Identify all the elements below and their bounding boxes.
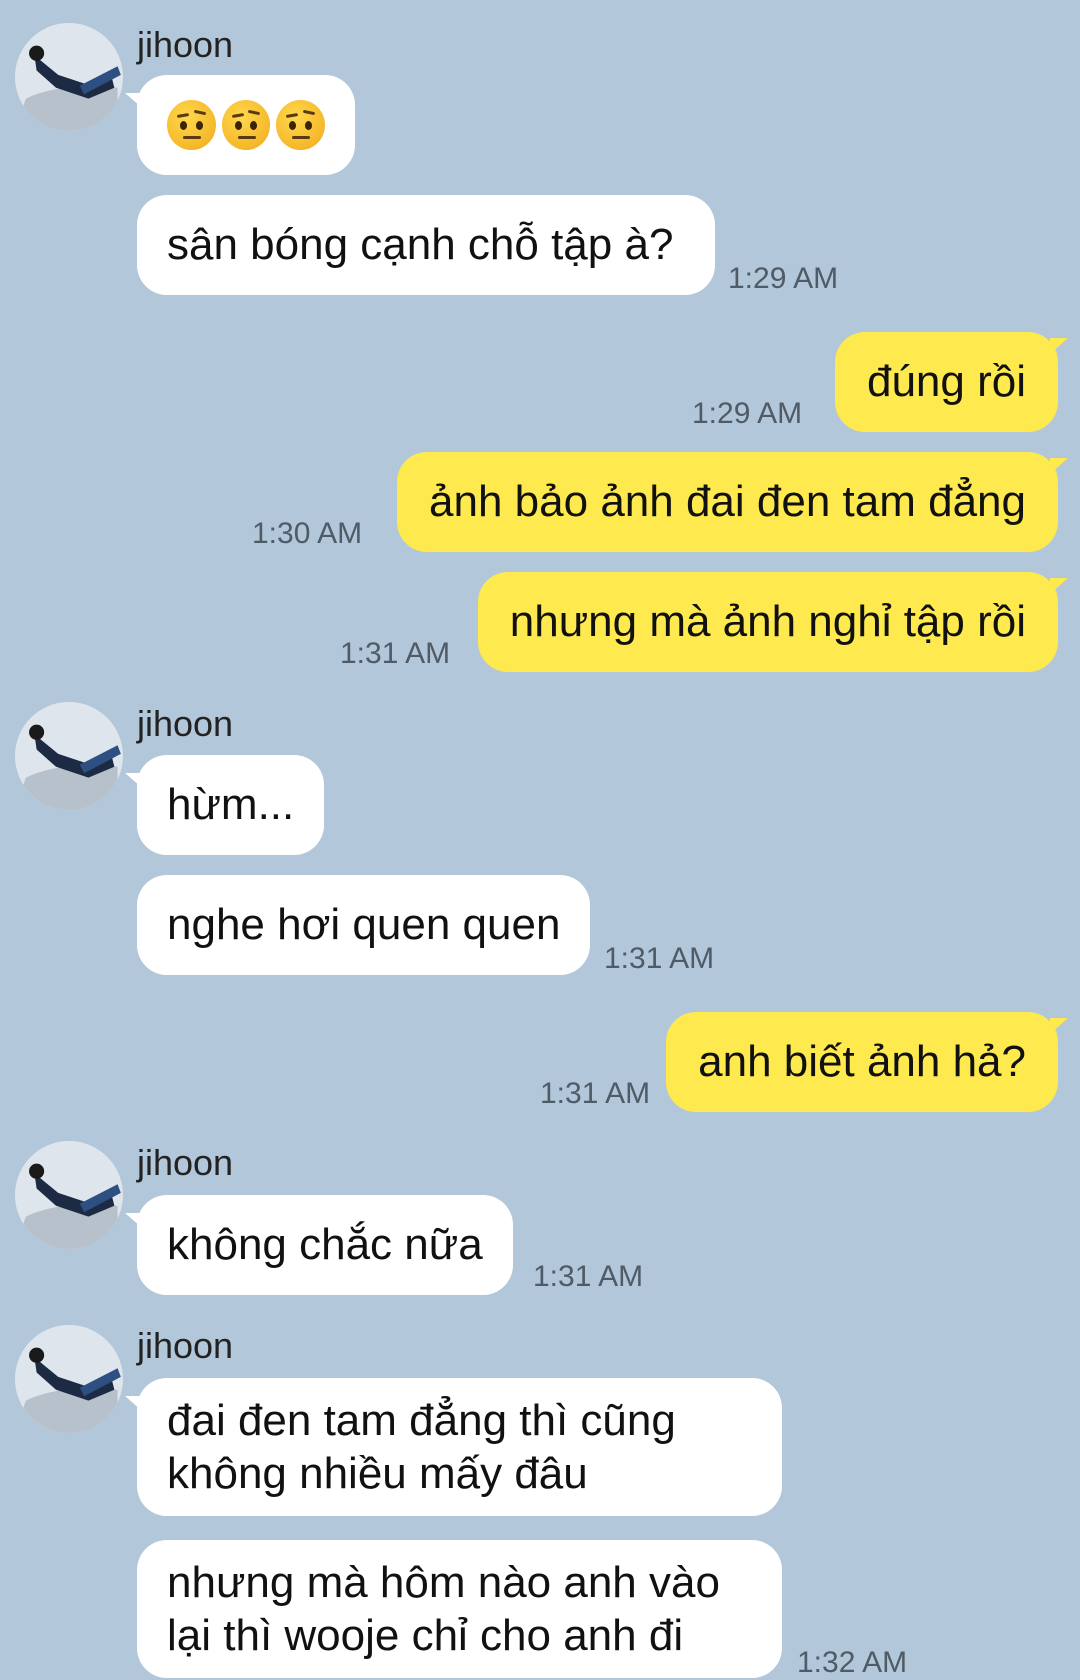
message-text: nhưng mà hôm nào anh vào lại thì wooje c… (167, 1558, 720, 1660)
message-time: 1:30 AM (252, 517, 363, 550)
message-time: 1:31 AM (540, 1077, 651, 1110)
message-bubble[interactable]: ảnh bảo ảnh đai đen tam đẳng (397, 452, 1068, 552)
message-bubble[interactable]: nhưng mà hôm nào anh vào lại thì wooje c… (137, 1540, 782, 1678)
message-text: hừm... (167, 780, 295, 829)
avatar[interactable] (15, 702, 123, 810)
sender-name: jihoon (137, 703, 234, 744)
message-text: không chắc nữa (167, 1220, 483, 1269)
avatar[interactable] (15, 1141, 123, 1249)
message-time: 1:29 AM (728, 262, 839, 295)
message-time: 1:32 AM (797, 1646, 908, 1679)
message-bubble[interactable] (125, 75, 355, 175)
emoji-row (167, 75, 326, 175)
message-bubble[interactable]: nghe hơi quen quen (137, 875, 591, 975)
raised-eyebrow-emoji-icon (276, 100, 326, 150)
message-time: 1:29 AM (692, 397, 803, 430)
avatar[interactable] (15, 23, 123, 131)
message-bubble[interactable]: sân bóng cạnh chỗ tập à? (137, 195, 715, 295)
raised-eyebrow-emoji-icon (167, 100, 216, 150)
message-text: nghe hơi quen quen (167, 900, 561, 949)
message-time: 1:31 AM (340, 637, 451, 670)
message-text: nhưng mà ảnh nghỉ tập rồi (509, 597, 1026, 646)
message-bubble[interactable]: đúng rồi (834, 332, 1069, 432)
avatar[interactable] (15, 1325, 123, 1433)
sender-name: jihoon (137, 1142, 234, 1183)
message-text: đúng rồi (866, 357, 1026, 406)
sender-name: jihoon (137, 24, 234, 65)
message-text: sân bóng cạnh chỗ tập à? (167, 220, 674, 269)
raised-eyebrow-emoji-icon (221, 100, 271, 150)
message-bubble[interactable]: đai đen tam đẳng thì cũng không nhiều mấ… (125, 1378, 782, 1516)
message-bubble[interactable]: anh biết ảnh hả? (666, 1012, 1068, 1112)
message-bubble[interactable]: hừm... (124, 755, 325, 855)
message-text: ảnh bảo ảnh đai đen tam đẳng (429, 477, 1026, 526)
message-text: đai đen tam đẳng thì cũng không nhiều mấ… (167, 1396, 676, 1498)
message-text: anh biết ảnh hả? (698, 1037, 1026, 1086)
message-time: 1:31 AM (604, 942, 715, 975)
sender-name: jihoon (137, 1325, 234, 1366)
message-time: 1:31 AM (533, 1260, 644, 1293)
message-bubble[interactable]: nhưng mà ảnh nghỉ tập rồi (477, 572, 1069, 672)
message-bubble[interactable]: không chắc nữa (125, 1195, 513, 1295)
